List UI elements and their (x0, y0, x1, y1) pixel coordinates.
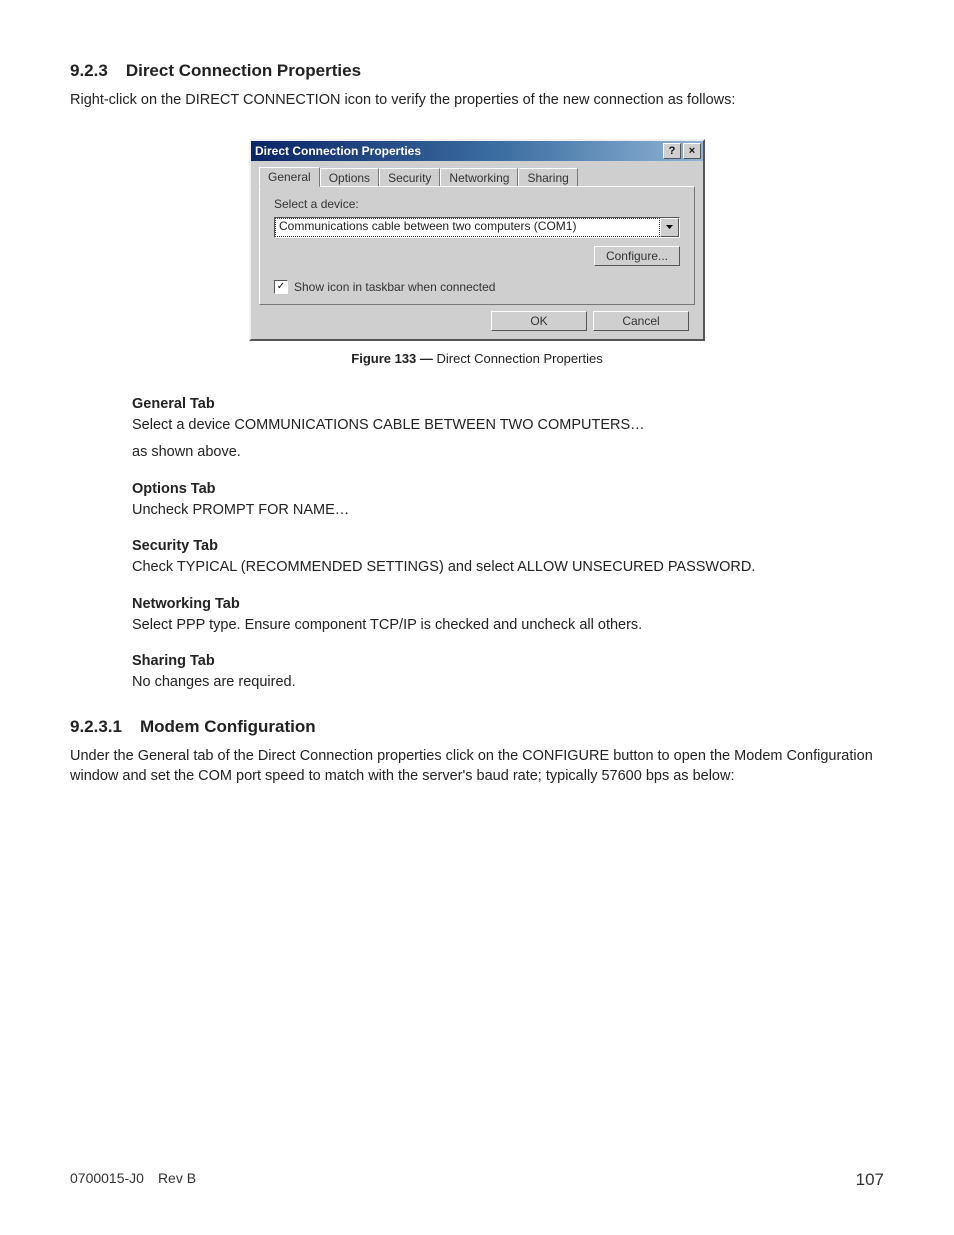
figure-caption: Figure 133 — Direct Connection Propertie… (70, 351, 884, 366)
section-intro: Right-click on the DIRECT CONNECTION ico… (70, 91, 884, 111)
tab-strip: General Options Security Networking Shar… (259, 167, 695, 187)
cancel-button[interactable]: Cancel (593, 311, 689, 331)
checkbox-icon[interactable]: ✓ (274, 280, 288, 294)
section-number: 9.2.3 (70, 61, 108, 81)
ok-button[interactable]: OK (491, 311, 587, 331)
section-title: Direct Connection Properties (126, 61, 361, 81)
dialog-window: Direct Connection Properties ? × General… (249, 139, 705, 341)
section-heading: 9.2.3 Direct Connection Properties (70, 61, 884, 81)
general-tab-heading: General Tab (132, 396, 884, 412)
page-footer: 0700015-J0 Rev B 107 (70, 1170, 884, 1190)
titlebar: Direct Connection Properties ? × (251, 141, 703, 161)
tab-networking[interactable]: Networking (440, 168, 518, 188)
security-tab-line1: Check TYPICAL (RECOMMENDED SETTINGS) and… (132, 558, 884, 578)
figure-label: Figure 133 — (351, 351, 433, 366)
subsection-heading: 9.2.3.1 Modem Configuration (70, 717, 884, 737)
device-dropdown[interactable]: Communications cable between two compute… (274, 217, 680, 238)
sharing-tab-line1: No changes are required. (132, 673, 884, 693)
tab-panel-general: Select a device: Communications cable be… (259, 186, 695, 305)
general-tab-line1: Select a device COMMUNICATIONS CABLE BET… (132, 416, 884, 436)
footer-docid: 0700015-J0 Rev B (70, 1170, 196, 1190)
checkbox-label: Show icon in taskbar when connected (294, 280, 495, 294)
titlebar-text: Direct Connection Properties (255, 144, 421, 158)
help-button[interactable]: ? (663, 143, 681, 159)
subsection-number: 9.2.3.1 (70, 717, 122, 737)
options-tab-line1: Uncheck PROMPT FOR NAME… (132, 501, 884, 521)
general-tab-line2: as shown above. (132, 443, 884, 463)
tab-options[interactable]: Options (320, 168, 379, 188)
device-label: Select a device: (274, 197, 680, 211)
figure-image: Direct Connection Properties ? × General… (70, 139, 884, 341)
subsection-body: Under the General tab of the Direct Conn… (70, 747, 884, 786)
figure-caption-text: Direct Connection Properties (433, 351, 603, 366)
networking-tab-heading: Networking Tab (132, 596, 884, 612)
tab-general[interactable]: General (259, 167, 320, 187)
sharing-tab-heading: Sharing Tab (132, 653, 884, 669)
security-tab-heading: Security Tab (132, 538, 884, 554)
options-tab-heading: Options Tab (132, 481, 884, 497)
device-dropdown-value: Communications cable between two compute… (275, 218, 660, 237)
networking-tab-line1: Select PPP type. Ensure component TCP/IP… (132, 616, 884, 636)
tab-sharing[interactable]: Sharing (518, 168, 577, 188)
configure-button[interactable]: Configure... (594, 246, 680, 266)
show-icon-checkbox-row[interactable]: ✓ Show icon in taskbar when connected (274, 280, 680, 294)
chevron-down-icon[interactable] (660, 218, 679, 237)
tab-security[interactable]: Security (379, 168, 440, 188)
subsection-title: Modem Configuration (140, 717, 316, 737)
close-button[interactable]: × (683, 143, 701, 159)
page-number: 107 (856, 1170, 884, 1190)
